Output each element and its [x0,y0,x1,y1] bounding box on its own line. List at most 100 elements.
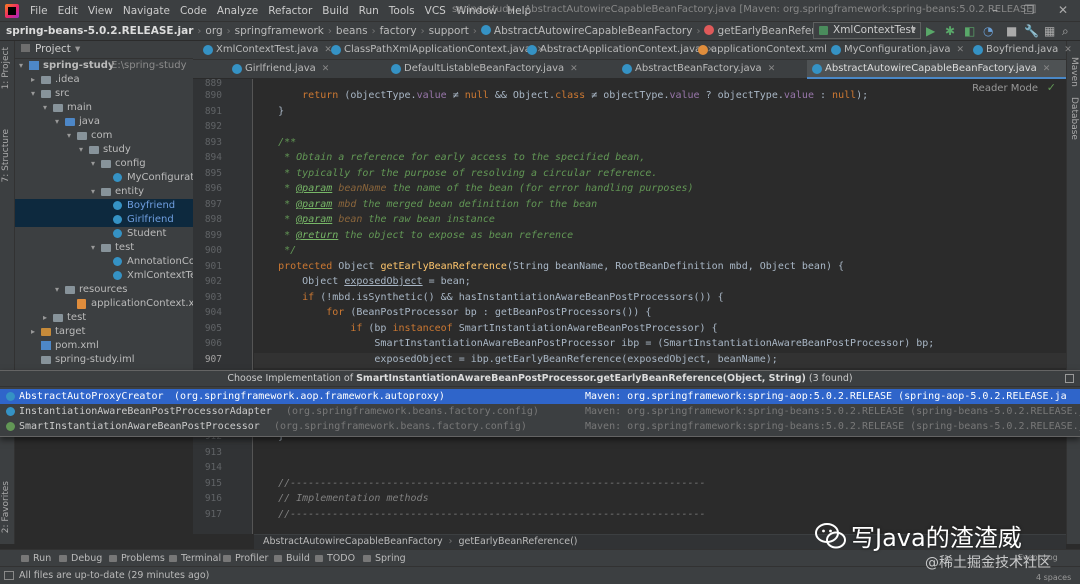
debug-icon[interactable]: ✱ [945,24,955,38]
chevron-down-icon[interactable]: ▾ [67,129,75,143]
chevron-right-icon[interactable]: ▸ [31,325,39,339]
menu-view[interactable]: View [83,5,118,17]
implementation-row-interface[interactable]: SmartInstantiationAwareBeanPostProcessor… [0,419,1080,434]
restore-button[interactable]: ❐ [1012,0,1046,21]
nav-crumb-beans[interactable]: beans [336,25,372,37]
menu-code[interactable]: Code [175,5,212,17]
code-line[interactable]: protected Object getEarlyBeanReference(S… [254,259,1066,274]
code-line[interactable]: * typically for the purpose of resolving… [254,166,1066,181]
tree-item[interactable]: applicationContext.xml [15,297,193,311]
run-configuration-select[interactable]: XmlContextTest [813,22,921,39]
tree-item[interactable]: ▾ spring-study E:\spring-study [15,59,193,73]
chevron-right-icon[interactable]: ▸ [43,311,51,325]
status-icon[interactable] [4,571,14,580]
chevron-down-icon[interactable]: ▾ [55,115,63,129]
code-line[interactable]: Object exposedObject = bean; [254,274,1066,289]
code-line[interactable] [254,445,1066,460]
editor-tab[interactable]: XmlContextTest.java ✕ [198,41,332,60]
code-editor[interactable]: Reader Mode ✓ return (objectType.value ≠… [254,79,1066,534]
close-tab-icon[interactable]: ✕ [1064,45,1072,55]
menu-file[interactable]: File [25,5,53,17]
code-line[interactable]: * @param beanName the name of the bean (… [254,181,1066,196]
tree-item[interactable]: ▾ resources [15,283,193,297]
editor-tab[interactable]: Boyfriend.java ✕ [968,41,1072,60]
chevron-down-icon[interactable]: ▾ [91,241,99,255]
menu-build[interactable]: Build [317,5,353,17]
tree-item[interactable]: ▾ src [15,87,193,101]
nav-crumb-class[interactable]: AbstractAutowireCapableBeanFactory [480,25,697,37]
menu-analyze[interactable]: Analyze [212,5,263,17]
coverage-icon[interactable]: ◧ [964,24,975,38]
problems-tool-button[interactable]: Problems [108,550,165,567]
maven-tool-tab[interactable]: Maven [1069,57,1079,87]
tree-item[interactable]: MyConfiguration [15,171,193,185]
project-panel-header[interactable]: Project ▾ [15,41,193,59]
editor-tab[interactable]: Girlfriend.java ✕ [227,60,386,79]
todo-tool-button[interactable]: TODO [314,550,355,567]
tree-item[interactable]: ▾ main [15,101,193,115]
tree-item[interactable]: ▾ com [15,129,193,143]
tree-item[interactable]: spring-study.iml [15,353,193,367]
editor-tab[interactable]: DefaultListableBeanFactory.java ✕ [386,60,617,79]
code-line[interactable]: if (bp instanceof SmartInstantiationAwar… [254,321,1066,336]
code-line[interactable]: for (BeanPostProcessor bp : getBeanPostP… [254,305,1066,320]
code-line[interactable] [254,460,1066,475]
stop-icon[interactable]: ■ [1006,24,1017,38]
tree-item[interactable]: ▸ target [15,325,193,339]
chevron-down-icon[interactable]: ▾ [91,185,99,199]
structure-tool-tab[interactable]: 7: Structure [1,129,11,183]
editor-tab[interactable]: applicationContext.xml✕ [693,41,841,60]
editor-tab[interactable]: AbstractBeanFactory.java ✕ [617,60,807,79]
structure-icon[interactable]: ▦ [1044,24,1055,38]
run-icon[interactable]: ▶ [926,24,935,38]
close-tab-icon[interactable]: ✕ [768,64,776,74]
terminal-tool-button[interactable]: Terminal [168,550,221,567]
tree-item[interactable]: Boyfriend [15,199,193,213]
nav-crumb-factory[interactable]: factory [380,25,421,37]
spring-tool-button[interactable]: Spring [362,550,406,567]
chevron-down-icon[interactable]: ▾ [19,59,27,73]
menu-run[interactable]: Run [354,5,384,17]
editor-crumb-class[interactable]: AbstractAutowireCapableBeanFactory [263,536,443,547]
favorites-tool-tab[interactable]: 2: Favorites [1,481,11,533]
chevron-down-icon[interactable]: ▾ [79,143,87,157]
code-line[interactable]: return (objectType.value ≠ null && Objec… [254,88,1066,103]
chevron-down-icon[interactable]: ▾ [31,87,39,101]
editor-tab[interactable]: AbstractAutowireCapableBeanFactory.java ✕ [807,60,1066,79]
search-icon[interactable]: ⌕ [1062,24,1069,38]
tree-item[interactable]: ▾ config [15,157,193,171]
code-line[interactable]: */ [254,243,1066,258]
code-line[interactable]: // Implementation methods [254,491,1066,506]
close-tab-icon[interactable]: ✕ [570,64,578,74]
close-tab-icon[interactable]: ✕ [322,64,330,74]
nav-crumb-springframework[interactable]: springframework [235,25,328,37]
implementation-row-abstract-auto-proxy-creator[interactable]: AbstractAutoProxyCreator (org.springfram… [0,389,1080,404]
tree-item[interactable]: ▾ java [15,115,193,129]
code-line[interactable]: exposedObject = ibp.getEarlyBeanReferenc… [254,352,1066,367]
minimize-button[interactable]: – [978,0,1012,21]
tree-item[interactable]: pom.xml [15,339,193,353]
chevron-down-icon[interactable]: ▾ [43,101,51,115]
tree-item[interactable]: Student [15,227,193,241]
project-tool-tab[interactable]: 1: Project [1,47,11,89]
editor-tab[interactable]: ClassPathXmlApplicationContext.java ✕ [326,41,544,60]
implementation-row-adapter[interactable]: InstantiationAwareBeanPostProcessorAdapt… [0,404,1080,419]
editor-tab[interactable]: AbstractApplicationContext.java ✕ [522,41,715,60]
close-tab-icon[interactable]: ✕ [957,45,965,55]
menu-edit[interactable]: Edit [53,5,83,17]
close-tab-icon[interactable]: ✕ [1043,64,1051,74]
tree-item[interactable]: ▾ entity [15,185,193,199]
code-line[interactable]: /** [254,135,1066,150]
close-window-button[interactable]: ✕ [1046,0,1080,21]
chevron-down-icon[interactable]: ▾ [91,157,99,171]
code-line[interactable]: //--------------------------------------… [254,476,1066,491]
code-line[interactable]: if (!mbd.isSynthetic() && hasInstantiati… [254,290,1066,305]
pin-popup-icon[interactable] [1065,374,1074,383]
build-tool-button[interactable]: Build [273,550,310,567]
tree-item[interactable]: XmlContextTe [15,269,193,283]
menu-tools[interactable]: Tools [384,5,420,17]
profiler-tool-button[interactable]: Profiler [222,550,268,567]
debug-tool-button[interactable]: Debug [58,550,102,567]
chevron-down-icon[interactable]: ▾ [55,283,63,297]
code-line[interactable]: * @param mbd the merged bean definition … [254,197,1066,212]
